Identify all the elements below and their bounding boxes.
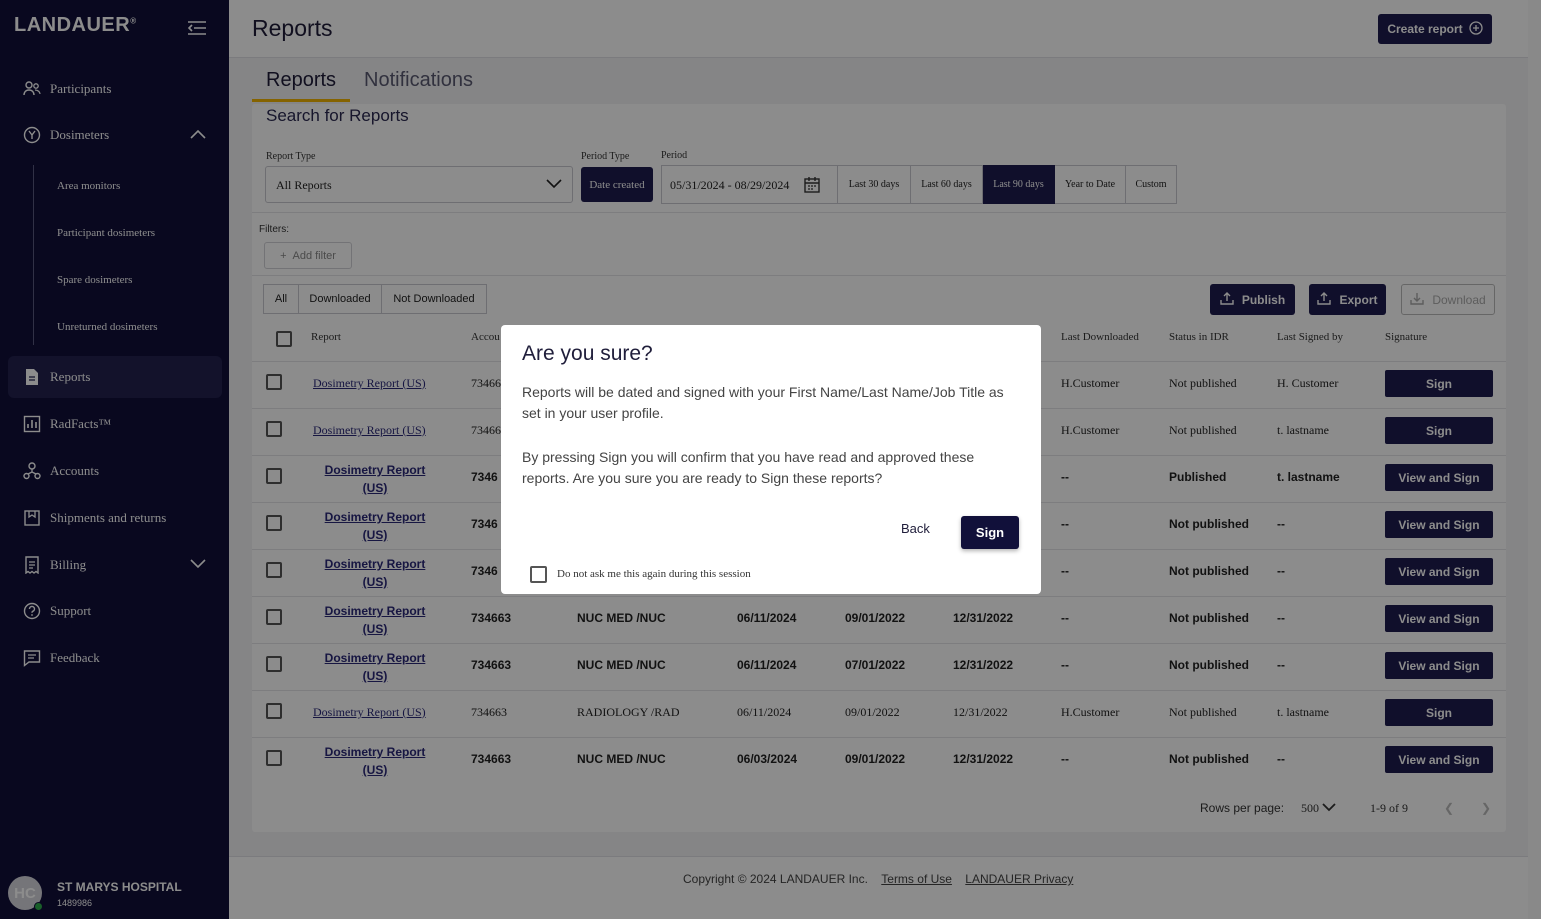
do-not-ask-label: Do not ask me this again during this ses…: [557, 568, 751, 580]
back-button[interactable]: Back: [901, 521, 930, 536]
confirm-sign-button[interactable]: Sign: [961, 516, 1019, 549]
do-not-ask-checkbox[interactable]: [530, 566, 547, 583]
confirm-sign-dialog: Are you sure? Reports will be dated and …: [501, 325, 1041, 594]
dialog-text-1: Reports will be dated and signed with yo…: [522, 384, 1004, 421]
dialog-title: Are you sure?: [522, 342, 653, 365]
dialog-text-2: By pressing Sign you will confirm that y…: [522, 449, 975, 486]
